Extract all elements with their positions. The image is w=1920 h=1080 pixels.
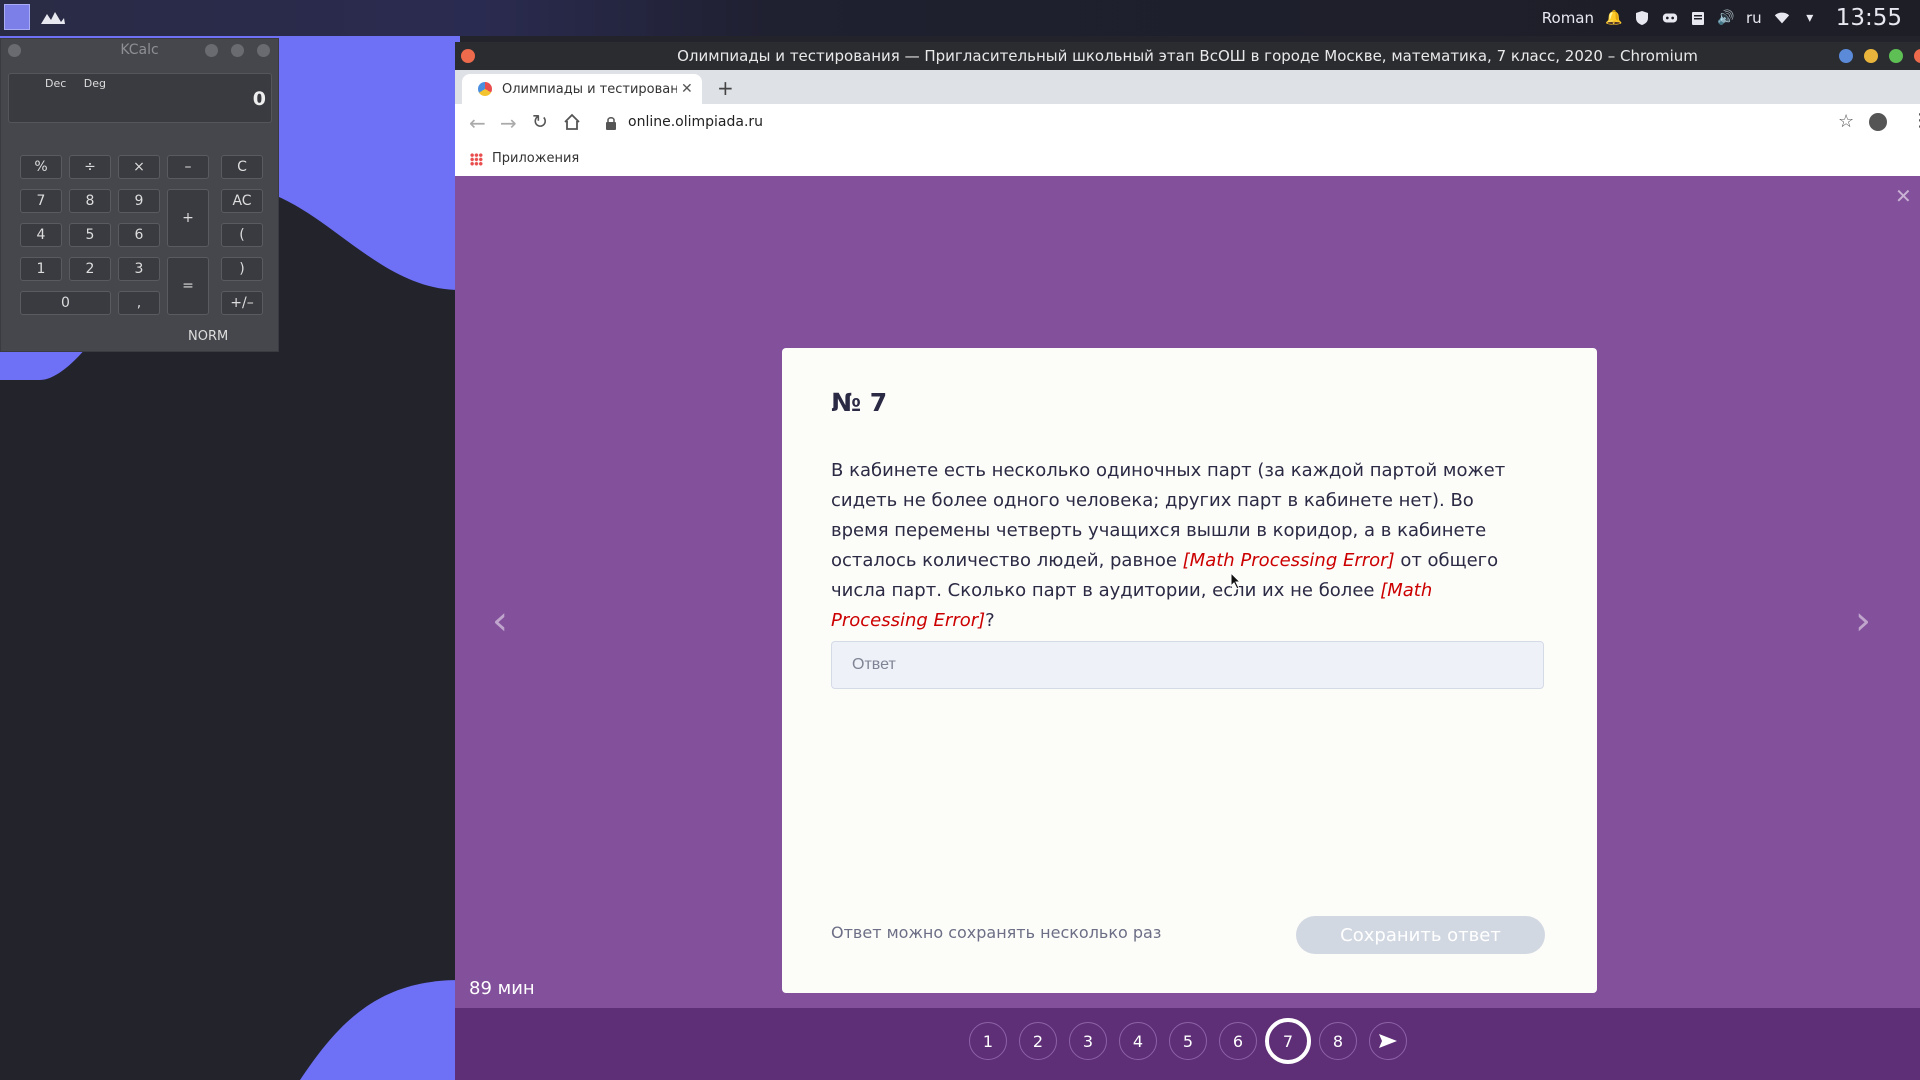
new-tab-icon[interactable]: +	[717, 76, 734, 100]
mouse-cursor-icon	[1230, 572, 1242, 590]
digit-0-button[interactable]: 0	[20, 291, 111, 315]
multiply-button[interactable]: ×	[118, 155, 160, 179]
window-menu-icon[interactable]	[1839, 49, 1853, 63]
digit-9-button[interactable]: 9	[118, 189, 160, 213]
window-close-icon[interactable]	[1914, 49, 1920, 63]
kcalc-display: Dec Deg 0	[8, 73, 272, 123]
save-hint: Ответ можно сохранять несколько раз	[831, 923, 1162, 942]
window-menu-icon[interactable]	[8, 44, 21, 57]
site-favicon-icon	[478, 82, 492, 96]
kcalc-window: KCalc Dec Deg 0 % ÷ × – C 7 8 9 + AC 4 5…	[0, 38, 279, 352]
nav-question-8[interactable]: 8	[1319, 1022, 1357, 1060]
math-error: [Math Processing Error]	[1182, 550, 1395, 571]
digit-1-button[interactable]: 1	[20, 257, 62, 281]
maximize-icon[interactable]	[1889, 49, 1903, 63]
digit-5-button[interactable]: 5	[69, 223, 111, 247]
digit-8-button[interactable]: 8	[69, 189, 111, 213]
tab-close-icon[interactable]: ✕	[681, 81, 693, 97]
top-panel: Roman 🔔 🔊 ru ▾ 13:55	[0, 0, 1920, 36]
sign-toggle-button[interactable]: +/–	[221, 291, 263, 315]
send-icon[interactable]	[1369, 1022, 1407, 1060]
digit-3-button[interactable]: 3	[118, 257, 160, 281]
prev-question-arrow[interactable]: ‹	[492, 598, 508, 644]
clock[interactable]: 13:55	[1836, 5, 1902, 31]
chevron-down-icon[interactable]: ▾	[1802, 10, 1818, 26]
apps-grid-icon[interactable]	[470, 153, 483, 166]
chromium-window: Олимпиады и тестирования — Пригласительн…	[455, 42, 1920, 1080]
bookmark-star-icon[interactable]: ☆	[1838, 111, 1854, 132]
question-card: № 7 В кабинете есть несколько одиночных …	[782, 348, 1597, 993]
minus-button[interactable]: –	[167, 155, 209, 179]
plus-button[interactable]: +	[167, 189, 209, 247]
lock-icon[interactable]	[606, 115, 616, 134]
volume-icon[interactable]: 🔊	[1717, 10, 1734, 26]
home-icon[interactable]	[563, 113, 581, 135]
close-paren-button[interactable]: )	[221, 257, 263, 281]
bookmarks-bar: Приложения	[455, 142, 1920, 177]
digit-4-button[interactable]: 4	[20, 223, 62, 247]
shield-icon[interactable]	[1634, 10, 1650, 26]
nav-question-1[interactable]: 1	[969, 1022, 1007, 1060]
menu-icon[interactable]: ⋮	[1911, 110, 1920, 131]
nav-question-4[interactable]: 4	[1119, 1022, 1157, 1060]
back-icon[interactable]: ←	[469, 111, 486, 135]
profile-icon[interactable]	[1869, 113, 1887, 131]
base-flag: Dec	[45, 77, 67, 90]
close-icon[interactable]: ✕	[1895, 184, 1912, 208]
apps-bookmark[interactable]: Приложения	[492, 151, 579, 166]
maximize-icon[interactable]	[231, 44, 244, 57]
next-question-arrow[interactable]: ›	[1855, 598, 1871, 644]
nav-question-3[interactable]: 3	[1069, 1022, 1107, 1060]
nav-question-2[interactable]: 2	[1019, 1022, 1057, 1060]
minimize-icon[interactable]	[205, 44, 218, 57]
display-value: 0	[252, 88, 266, 110]
percent-button[interactable]: %	[20, 155, 62, 179]
nav-question-5[interactable]: 5	[1169, 1022, 1207, 1060]
reload-icon[interactable]: ↻	[532, 111, 548, 133]
equals-button[interactable]: =	[167, 257, 209, 315]
divide-button[interactable]: ÷	[69, 155, 111, 179]
discord-icon[interactable]	[1662, 10, 1678, 26]
tab-bar: Олимпиады и тестирования ✕ +	[455, 70, 1920, 104]
kcalc-title: KCalc	[120, 42, 159, 58]
question-nav-bar: 1 2 3 4 5 6 7 8	[455, 1008, 1920, 1080]
question-number: № 7	[831, 388, 888, 417]
kcalc-titlebar[interactable]: KCalc	[1, 39, 278, 61]
minimize-icon[interactable]	[1864, 49, 1878, 63]
page-content: ✕ ‹ › № 7 В кабинете есть несколько один…	[455, 176, 1920, 1080]
wifi-icon[interactable]	[1774, 10, 1790, 26]
app-launcher-icon[interactable]	[4, 4, 30, 30]
username-label[interactable]: Roman	[1542, 9, 1594, 27]
close-icon[interactable]	[257, 44, 270, 57]
answer-input[interactable]: Ответ	[831, 641, 1544, 689]
browser-toolbar: ← → ↻ online.olimpiada.ru ☆ ⋮	[455, 104, 1920, 143]
angle-flag: Deg	[83, 77, 107, 90]
tab-title: Олимпиады и тестирования	[502, 81, 677, 97]
tab-olimpiada[interactable]: Олимпиады и тестирования ✕	[462, 74, 702, 104]
forward-icon[interactable]: →	[500, 111, 517, 135]
nav-question-7[interactable]: 7	[1265, 1018, 1311, 1064]
open-paren-button[interactable]: (	[221, 223, 263, 247]
clear-button[interactable]: C	[221, 155, 263, 179]
digit-7-button[interactable]: 7	[20, 189, 62, 213]
digit-6-button[interactable]: 6	[118, 223, 160, 247]
close-icon[interactable]	[461, 49, 475, 63]
save-answer-button[interactable]: Сохранить ответ	[1296, 916, 1545, 954]
mode-label: NORM	[188, 329, 229, 344]
address-bar[interactable]: online.olimpiada.ru	[628, 114, 763, 130]
browser-titlebar[interactable]: Олимпиады и тестирования — Пригласительн…	[455, 42, 1920, 70]
mountain-logo-icon[interactable]	[40, 8, 66, 28]
clipboard-icon[interactable]	[1690, 10, 1706, 26]
bell-icon[interactable]: 🔔	[1605, 10, 1622, 26]
keyboard-layout[interactable]: ru	[1746, 9, 1762, 27]
window-title: Олимпиады и тестирования — Пригласительн…	[677, 47, 1698, 65]
nav-question-6[interactable]: 6	[1219, 1022, 1257, 1060]
decimal-button[interactable]: ,	[118, 291, 160, 315]
timer: 89 мин	[469, 978, 535, 999]
all-clear-button[interactable]: AC	[221, 189, 263, 213]
question-text: В кабинете есть несколько одиночных парт…	[831, 460, 1506, 631]
digit-2-button[interactable]: 2	[69, 257, 111, 281]
